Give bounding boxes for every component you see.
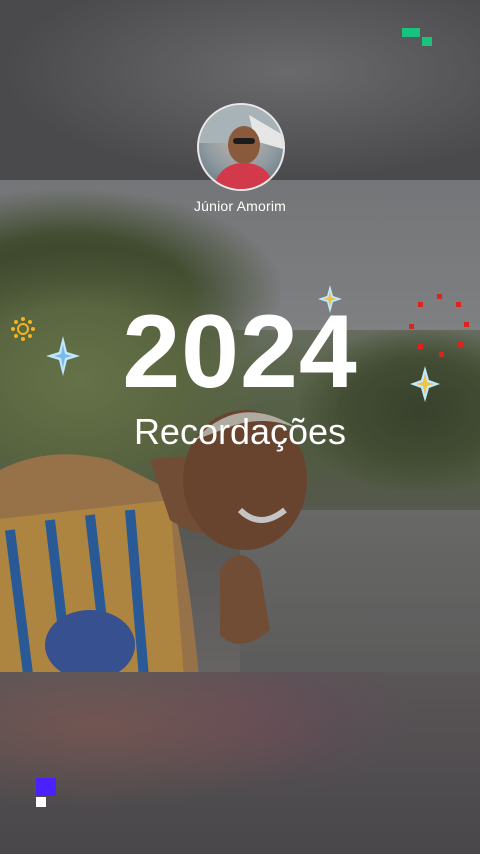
brand-pixel-icon-green bbox=[402, 28, 432, 46]
year-title: 2024 bbox=[122, 294, 358, 410]
memories-story-screen[interactable]: Júnior Amorim 2024 Recordações bbox=[0, 0, 480, 854]
brand-pixel-icon-purple bbox=[36, 778, 56, 807]
memories-subtitle: Recordações bbox=[133, 411, 347, 452]
user-avatar[interactable] bbox=[197, 103, 285, 191]
avatar-photo-icon bbox=[199, 105, 283, 189]
blurred-background-bottom bbox=[0, 672, 480, 854]
user-name: Júnior Amorim bbox=[193, 198, 287, 214]
